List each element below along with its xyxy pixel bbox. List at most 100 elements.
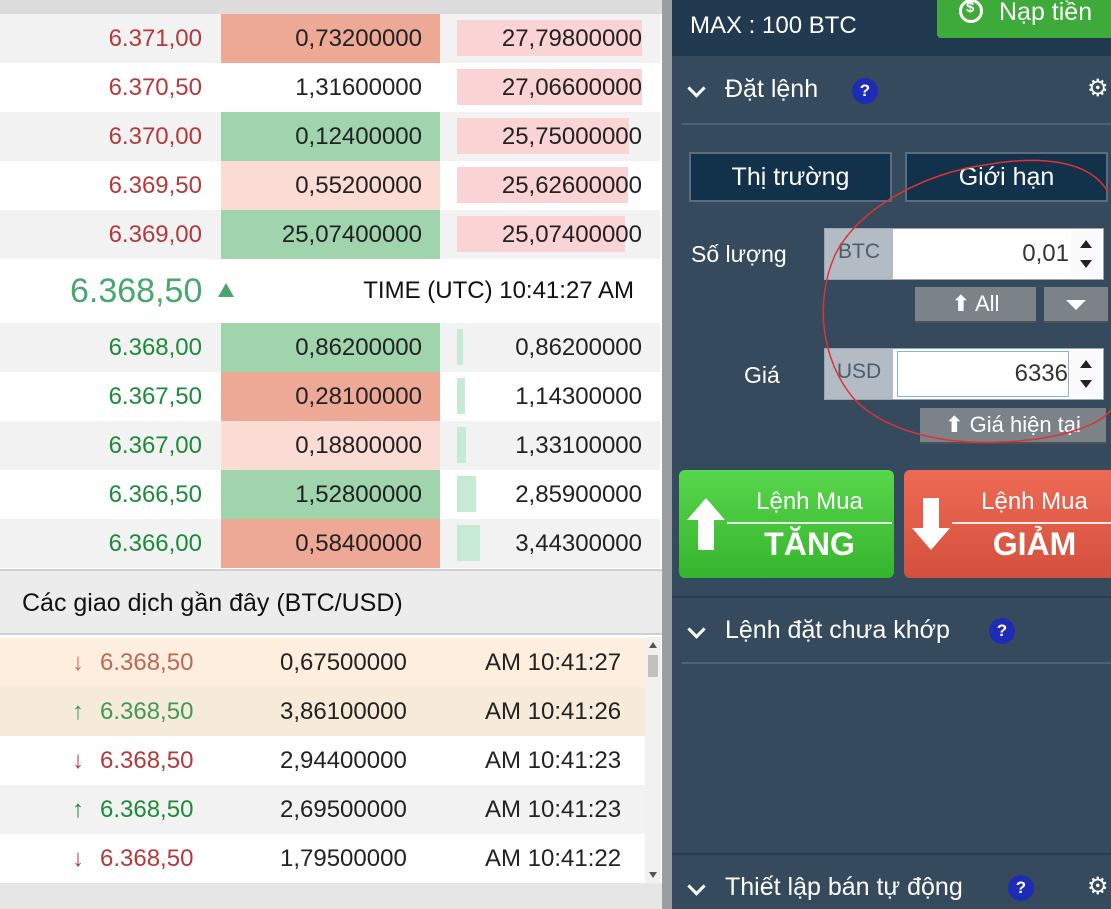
- trade-row: ↓ 6.368,50 1,79500000 AM 10:41:22: [0, 834, 645, 883]
- panel-divider[interactable]: [662, 0, 672, 909]
- deposit-icon: [959, 0, 983, 23]
- quantity-unit: BTC: [825, 229, 893, 279]
- place-order-header[interactable]: Đặt lệnh ? ⚙: [672, 62, 1111, 118]
- order-panel: MAX : 100 BTC Nạp tiền Đặt lệnh ? ⚙ Thị …: [672, 0, 1111, 909]
- ask-row[interactable]: 6.370,50 1,31600000 27,06600000: [0, 63, 660, 112]
- pending-orders-header[interactable]: Lệnh đặt chưa khớp ?: [672, 603, 1111, 659]
- trade-time: AM 10:41:23: [485, 796, 622, 823]
- quantity-dropdown-button[interactable]: [1044, 287, 1108, 321]
- ask-price: 6.369,00: [108, 221, 202, 248]
- ask-row[interactable]: 6.371,00 0,73200000 27,79800000: [0, 14, 660, 63]
- bid-total: 3,44300000: [515, 530, 642, 557]
- trade-amount: 0,67500000: [280, 649, 407, 676]
- current-price-button[interactable]: ⬆ Giá hiện tại: [920, 408, 1106, 442]
- recent-trades-header: Các giao dịch gần đây (BTC/USD): [0, 569, 662, 635]
- stepper-up-icon[interactable]: [1080, 240, 1092, 248]
- bid-amount: 0,58400000: [221, 519, 440, 568]
- buy-line1: Lệnh Mua: [756, 488, 863, 515]
- help-icon[interactable]: ?: [852, 78, 878, 104]
- separator: [952, 522, 1111, 524]
- quantity-input[interactable]: [897, 231, 1069, 277]
- max-bar: MAX : 100 BTC Nạp tiền: [672, 0, 1111, 56]
- ask-row[interactable]: 6.369,00 25,07400000 25,07400000: [0, 210, 660, 259]
- auto-sell-header[interactable]: Thiết lập bán tự động ? ⚙: [672, 860, 1111, 909]
- divider-line: [672, 596, 1111, 598]
- sell-line1: Lệnh Mua: [981, 488, 1088, 515]
- chevron-down-icon[interactable]: [687, 79, 706, 98]
- ask-total: 25,07400000: [501, 221, 642, 248]
- ask-row[interactable]: 6.369,50 0,55200000 25,62600000: [0, 161, 660, 210]
- bid-amount: 0,86200000: [221, 323, 440, 372]
- quantity-label: Số lượng: [691, 241, 787, 267]
- scroll-down-icon[interactable]: [649, 872, 657, 878]
- pending-orders-title: Lệnh đặt chưa khớp: [725, 616, 950, 644]
- tab-limit[interactable]: Giới hạn: [905, 152, 1108, 202]
- quantity-stepper[interactable]: [1071, 231, 1101, 277]
- max-label: MAX : 100 BTC: [690, 12, 857, 39]
- price-field[interactable]: USD: [824, 348, 1104, 400]
- divider-line: [682, 123, 1111, 125]
- ask-price: 6.370,50: [108, 74, 202, 101]
- trades-scrollbar[interactable]: [645, 637, 661, 883]
- bottom-strip: [0, 883, 662, 909]
- chevron-down-icon[interactable]: [687, 877, 706, 896]
- ask-price: 6.370,00: [108, 123, 202, 150]
- scroll-up-icon[interactable]: [649, 642, 657, 648]
- ask-price: 6.369,50: [108, 172, 202, 199]
- arrow-up-icon: ⬆: [945, 412, 964, 437]
- arrow-down-icon: ↓: [72, 649, 84, 676]
- tab-market[interactable]: Thị trường: [689, 152, 892, 202]
- bid-price: 6.367,00: [108, 432, 202, 459]
- all-label: All: [974, 291, 1000, 316]
- gear-icon[interactable]: ⚙: [1087, 875, 1109, 899]
- ask-total: 27,06600000: [501, 74, 642, 101]
- trade-price: 6.368,50: [100, 747, 194, 774]
- arrow-down-icon: ↓: [72, 747, 84, 774]
- bid-row[interactable]: 6.368,00 0,86200000 0,86200000: [0, 323, 660, 372]
- stepper-down-icon[interactable]: [1080, 380, 1092, 388]
- bid-total: 0,86200000: [515, 334, 642, 361]
- trade-row: ↑ 6.368,50 2,69500000 AM 10:41:23: [0, 785, 645, 834]
- quantity-field[interactable]: BTC: [824, 228, 1104, 280]
- bid-price: 6.366,00: [108, 530, 202, 557]
- bid-amount: 0,28100000: [221, 372, 440, 421]
- help-icon[interactable]: ?: [989, 618, 1015, 644]
- ask-row[interactable]: 6.370,00 0,12400000 25,75000000: [0, 112, 660, 161]
- all-button[interactable]: ⬆ All: [915, 287, 1036, 321]
- price-stepper[interactable]: [1071, 351, 1101, 397]
- top-edge: [0, 0, 662, 14]
- bid-row[interactable]: 6.366,00 0,58400000 3,44300000: [0, 519, 660, 568]
- ask-price: 6.371,00: [108, 25, 202, 52]
- arrow-up-icon: ⬆: [951, 291, 971, 316]
- buy-down-button[interactable]: Lệnh Mua GIẢM: [904, 470, 1111, 578]
- price-input[interactable]: [897, 351, 1069, 397]
- bid-row[interactable]: 6.367,00 0,18800000 1,33100000: [0, 421, 660, 470]
- stepper-up-icon[interactable]: [1080, 360, 1092, 368]
- ask-amount: 0,55200000: [221, 161, 440, 210]
- trade-amount: 2,94400000: [280, 747, 407, 774]
- dropdown-arrow-icon: [1066, 300, 1086, 310]
- bid-row[interactable]: 6.366,50 1,52800000 2,85900000: [0, 470, 660, 519]
- ask-amount: 25,07400000: [221, 210, 440, 259]
- scroll-thumb[interactable]: [648, 655, 658, 677]
- trade-amount: 2,69500000: [280, 796, 407, 823]
- bid-total: 1,33100000: [515, 432, 642, 459]
- bid-amount: 1,52800000: [221, 470, 440, 519]
- chevron-down-icon[interactable]: [687, 620, 706, 639]
- bid-row[interactable]: 6.367,50 0,28100000 1,14300000: [0, 372, 660, 421]
- ask-amount: 0,73200000: [221, 14, 440, 63]
- buy-up-button[interactable]: Lệnh Mua TĂNG: [679, 470, 894, 578]
- trade-price: 6.368,50: [100, 649, 194, 676]
- auto-sell-title: Thiết lập bán tự động: [725, 873, 963, 901]
- arrow-up-icon: [687, 498, 725, 550]
- trade-price: 6.368,50: [100, 796, 194, 823]
- divider-line: [672, 853, 1111, 855]
- help-icon[interactable]: ?: [1008, 875, 1034, 901]
- stepper-down-icon[interactable]: [1080, 260, 1092, 268]
- server-time: TIME (UTC) 10:41:27 AM: [363, 277, 634, 304]
- price-label: Giá: [744, 362, 780, 388]
- trade-row: ↑ 6.368,50 3,86100000 AM 10:41:26: [0, 687, 645, 736]
- deposit-button[interactable]: Nạp tiền: [937, 0, 1111, 38]
- gear-icon[interactable]: ⚙: [1087, 77, 1109, 101]
- arrow-up-icon: ↑: [72, 698, 84, 725]
